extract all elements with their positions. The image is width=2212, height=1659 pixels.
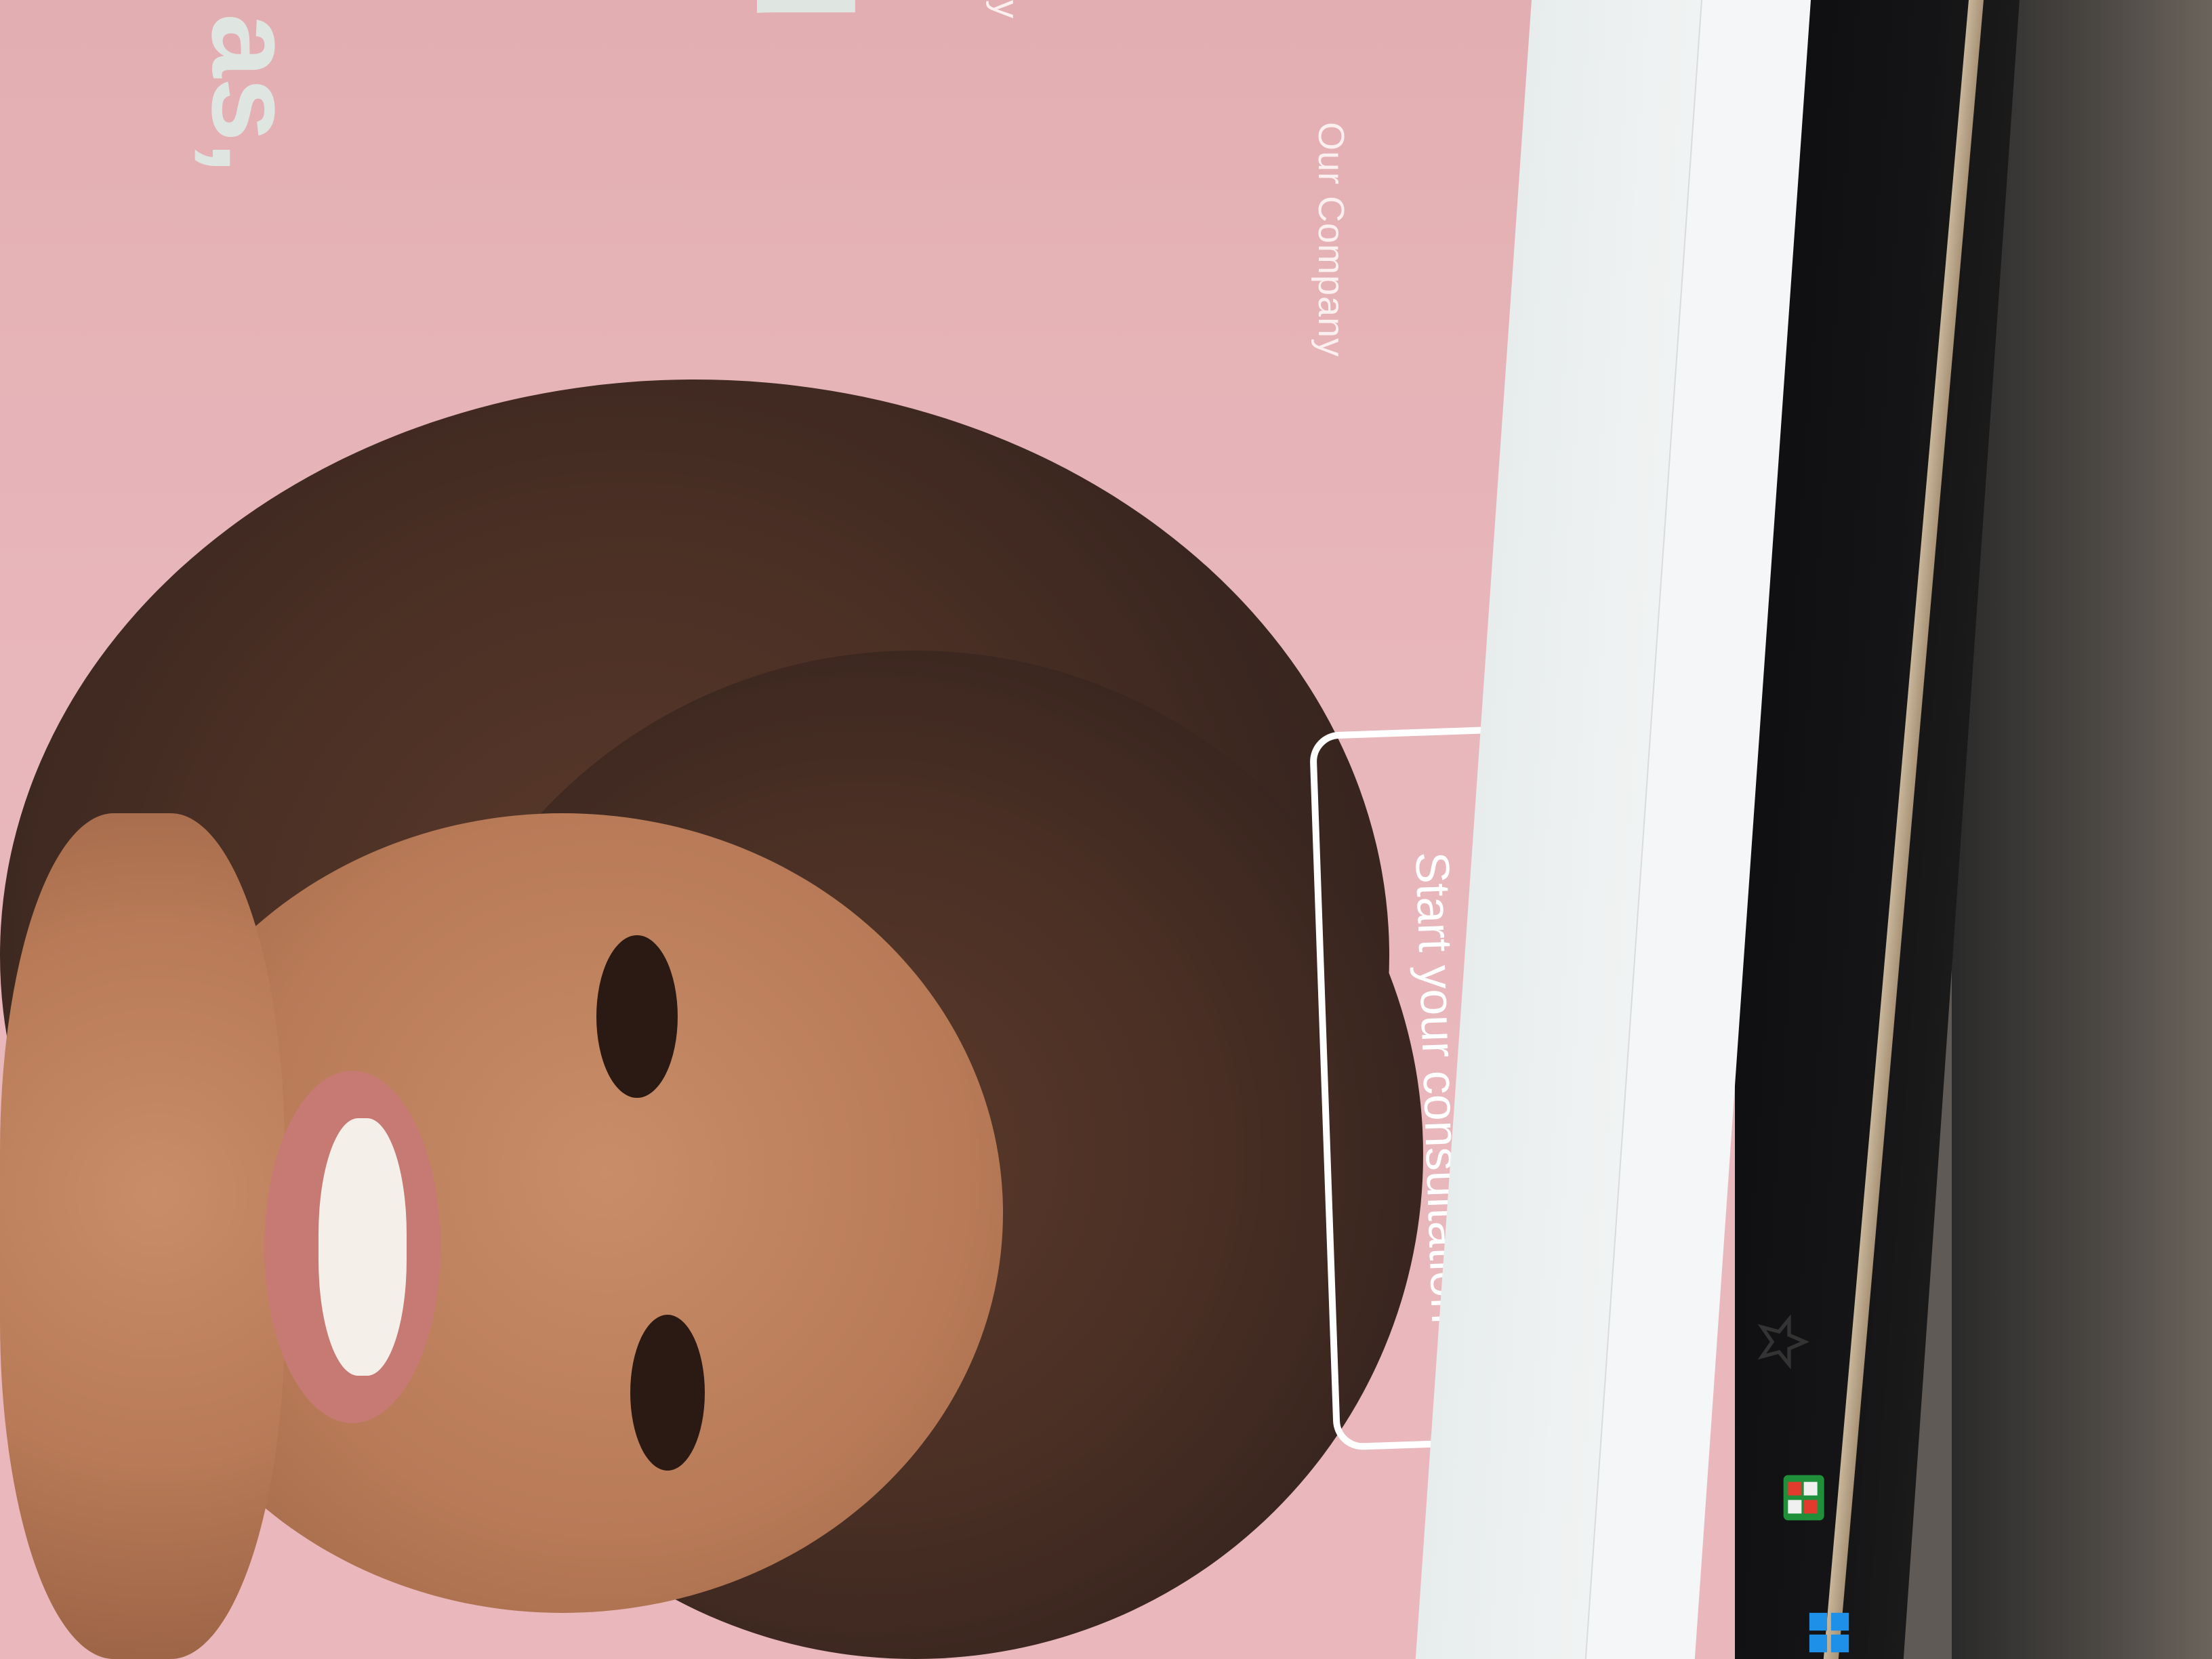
windows-start-icon[interactable] <box>1800 1609 1853 1656</box>
nav-item-previous[interactable]: y <box>985 0 1027 18</box>
nav-item-our-company[interactable]: Our Company <box>1310 122 1352 357</box>
hero-headline-fragment: as, <box>188 14 316 174</box>
star-icon[interactable] <box>1752 1311 1813 1372</box>
store-icon[interactable] <box>1779 1471 1833 1525</box>
hero-headline-fragment-2: d <box>725 0 881 22</box>
